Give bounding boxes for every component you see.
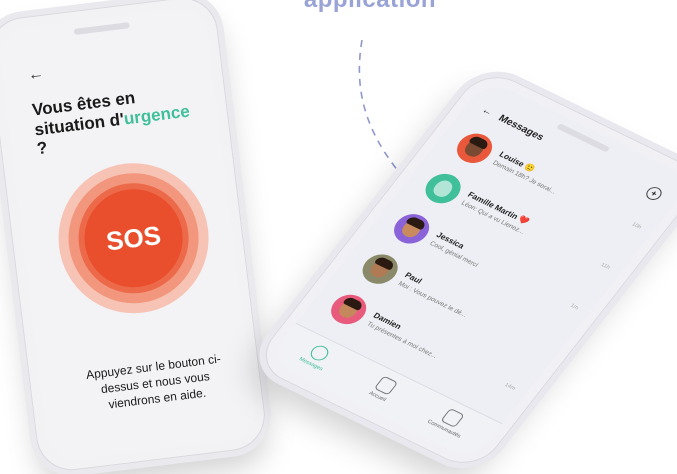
- avatar-face: [430, 177, 456, 200]
- avatar: [387, 208, 437, 249]
- conversation-time: 10h: [630, 221, 643, 231]
- conversation-preview: Tu présentes à moi chez...: [365, 320, 439, 360]
- messages-title: Messages: [496, 113, 546, 144]
- avatar: [324, 289, 374, 330]
- conversation-time: 1m: [568, 302, 580, 312]
- sos-button-halo: SOS: [49, 154, 218, 322]
- avatar: [418, 168, 468, 209]
- phone-notch: [73, 22, 130, 35]
- back-arrow-icon[interactable]: ←: [27, 65, 45, 85]
- tab-messages[interactable]: Messages: [282, 333, 352, 379]
- tab-communautes[interactable]: Communautés: [415, 398, 485, 444]
- conversation-preview: Moi : Vous pouvez le dé...: [396, 280, 468, 319]
- sos-title: Vous êtes en situation d'urgence ?: [31, 80, 207, 159]
- conversation-time: 11h: [599, 262, 611, 271]
- tab-accueil[interactable]: Accueil: [348, 366, 418, 412]
- sos-title-suffix: ?: [35, 138, 49, 159]
- community-icon: [440, 407, 465, 428]
- back-arrow-icon[interactable]: ←: [479, 105, 495, 118]
- sos-title-prefix: Vous êtes en situation d': [31, 88, 137, 139]
- home-icon: [373, 375, 399, 396]
- sos-help-text: Appuyez sur le bouton ci-dessus et nous …: [85, 351, 222, 412]
- plus-circle-icon[interactable]: +: [643, 184, 665, 203]
- avatar: [355, 249, 405, 290]
- conversation-time: 14m: [503, 382, 517, 392]
- chat-icon: [307, 343, 332, 364]
- avatar: [450, 128, 499, 169]
- sos-screen: ← Vous êtes en situation d'urgence ? SOS…: [0, 4, 258, 464]
